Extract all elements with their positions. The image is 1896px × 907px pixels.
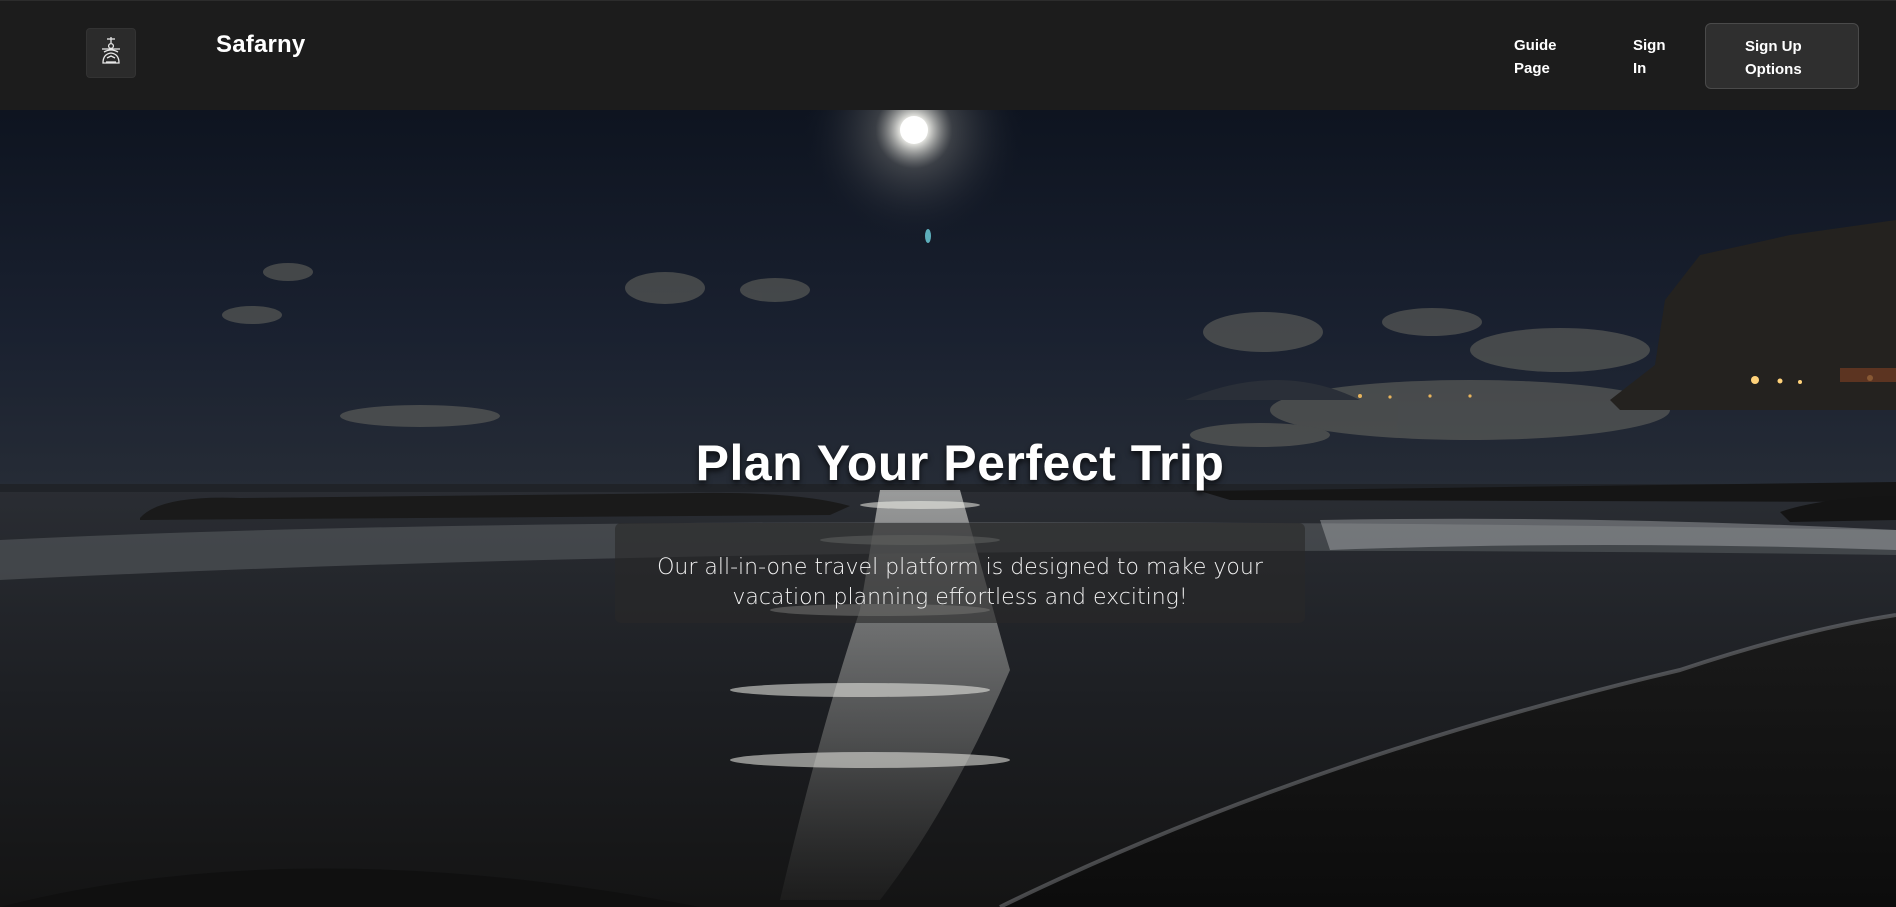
sign-up-options-button[interactable]: Sign Up Options bbox=[1705, 23, 1859, 89]
hero-subtitle-line2: vacation planning effortless and excitin… bbox=[732, 585, 1188, 610]
nav-sign-in-link[interactable]: Sign In bbox=[1633, 34, 1673, 80]
signup-label-line1: Sign Up bbox=[1745, 38, 1802, 55]
signup-label-line2: Options bbox=[1745, 61, 1802, 78]
logo-button[interactable] bbox=[86, 28, 136, 78]
brand-name[interactable]: Safarny bbox=[216, 31, 305, 59]
landing-page: Safarny Guide Page Sign In Sign Up Optio… bbox=[0, 0, 1896, 907]
hero-subtitle-box: Our all-in-one travel platform is design… bbox=[615, 523, 1305, 623]
nav-guide-page-link[interactable]: Guide Page bbox=[1514, 34, 1574, 80]
nav-signin-label-line1: Sign bbox=[1633, 37, 1666, 54]
nav-signin-label-line2: In bbox=[1633, 60, 1647, 77]
hero-section: Plan Your Perfect Trip Our all-in-one tr… bbox=[0, 110, 1896, 907]
nav-guide-label-line2: Page bbox=[1514, 60, 1550, 77]
night-beach-background-image bbox=[0, 110, 1896, 907]
hero-title: Plan Your Perfect Trip bbox=[695, 435, 1225, 491]
compass-rose-icon bbox=[98, 36, 124, 71]
navbar: Safarny Guide Page Sign In Sign Up Optio… bbox=[0, 0, 1896, 110]
nav-guide-label-line1: Guide bbox=[1514, 37, 1557, 54]
hero-subtitle-line1: Our all-in-one travel platform is design… bbox=[657, 555, 1263, 580]
sign-up-options-label: Sign Up Options bbox=[1745, 35, 1815, 81]
hero-subtitle: Our all-in-one travel platform is design… bbox=[655, 553, 1265, 613]
